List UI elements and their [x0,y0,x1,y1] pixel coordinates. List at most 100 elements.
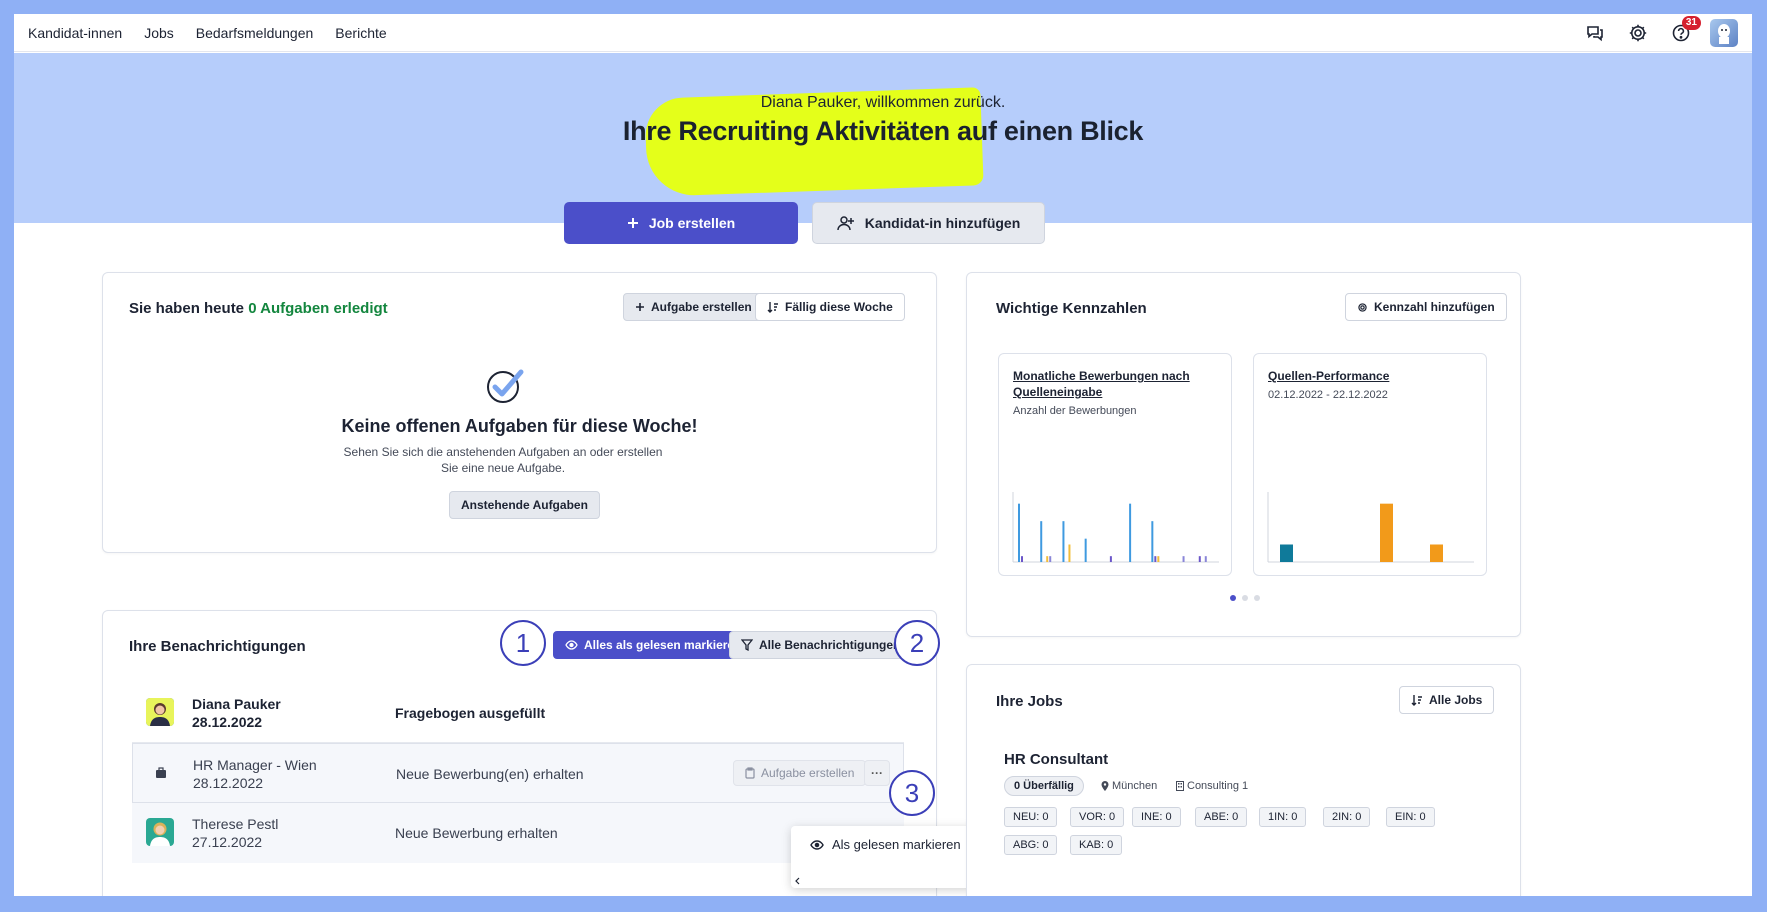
callout-2: 2 [894,620,940,666]
chart-bar [1430,544,1443,562]
notifications-title: Ihre Benachrichtigungen [129,638,306,655]
tasks-card: Sie haben heute 0 Aufgaben erledigt Aufg… [102,272,937,553]
due-this-week-button[interactable]: Fällig diese Woche [755,293,905,321]
empty-tasks-desc: Sehen Sie sich die anstehenden Aufgaben … [343,445,663,475]
mark-as-read-item[interactable]: Als gelesen markieren [810,837,961,852]
nav-bedarfsmeldungen[interactable]: Bedarfsmeldungen [196,25,314,41]
source-performance-chart [1267,492,1474,563]
user-avatar[interactable] [1710,19,1738,47]
chart-bar [1380,503,1393,562]
upcoming-tasks-button[interactable]: Anstehende Aufgaben [449,491,600,519]
pipeline-stage[interactable]: 2IN: 0 [1323,807,1371,827]
add-candidate-label: Kandidat-in hinzufügen [864,215,1021,231]
add-metric-button[interactable]: Kennzahl hinzufügen [1345,293,1507,321]
pipeline-stage[interactable]: ABG: 0 [1004,835,1058,855]
plus-icon [627,218,638,228]
location-pin-icon [1101,781,1109,791]
chart-bar [1157,556,1160,562]
chart-bar [1049,556,1052,562]
nav-actions: 31 [1566,16,1738,47]
notification-row[interactable]: HR Manager - Wien 28.12.2022 Neue Bewerb… [132,743,904,803]
pipeline-stage[interactable]: INE: 0 [1132,807,1181,827]
create-task-button[interactable]: Aufgabe erstellen [623,293,764,321]
carousel-dot[interactable] [1254,595,1260,601]
nav-jobs[interactable]: Jobs [144,25,174,41]
metric-card-subtitle: 02.12.2022 - 22.12.2022 [1268,389,1388,401]
chart-bar [1129,503,1132,562]
chart-bar [1046,556,1049,562]
pipeline-stage[interactable]: VOR: 0 [1070,807,1125,827]
sort-icon [1411,695,1422,706]
gear-icon[interactable] [1624,19,1652,47]
notification-message: Neue Bewerbung(en) erhalten [396,766,584,782]
mark-all-read-button[interactable]: Alles als gelesen markieren [553,631,754,659]
carousel-dot[interactable] [1242,595,1248,601]
pipeline-stage[interactable]: KAB: 0 [1070,835,1123,855]
notification-name: HR Manager - Wien [193,757,317,773]
callout-1: 1 [500,620,546,666]
tasks-title: Sie haben heute 0 Aufgaben erledigt [129,300,388,317]
chart-bar [1154,556,1157,562]
chart-bar [1109,556,1112,562]
help-icon[interactable]: 31 [1667,16,1701,47]
row-create-task-button[interactable]: Aufgabe erstellen [733,760,867,786]
create-job-button[interactable]: Job erstellen [564,202,798,244]
top-navigation: Kandidat-innen Jobs Bedarfsmeldungen Ber… [14,14,1752,52]
pipeline-stage[interactable]: EIN: 0 [1386,807,1435,827]
job-title[interactable]: HR Consultant [1004,751,1108,768]
avatar [146,818,174,846]
carousel-dots [1230,595,1266,601]
metric-card-source[interactable]: Quellen-Performance 02.12.2022 - 22.12.2… [1253,353,1487,576]
metrics-title: Wichtige Kennzahlen [996,300,1147,317]
callout-3: 3 [889,770,935,816]
notification-date: 28.12.2022 [193,775,264,791]
notification-date: 27.12.2022 [192,834,263,850]
notification-name: Therese Pestl [192,816,279,832]
checkmark-icon [486,368,526,408]
job-department: Consulting 1 [1176,780,1248,792]
row-context-menu: Als gelesen markieren [791,826,994,888]
notification-row[interactable]: Therese Pestl 27.12.2022 Neue Bewerbung … [132,803,904,863]
chart-bar [1280,544,1293,562]
notification-date: 28.12.2022 [192,714,263,730]
app-window: Kandidat-innen Jobs Bedarfsmeldungen Ber… [14,14,1752,896]
pipeline-stage[interactable]: NEU: 0 [1004,807,1058,827]
more-icon: ··· [871,766,883,780]
clipboard-icon [745,767,755,779]
all-jobs-button[interactable]: Alle Jobs [1399,686,1495,714]
overdue-badge: 0 Überfällig [1004,776,1084,796]
eye-icon [810,839,824,850]
chart-bar [1198,556,1201,562]
pipeline-stage[interactable]: 1IN: 0 [1259,807,1307,827]
nav-berichte[interactable]: Berichte [335,25,386,41]
notification-message: Fragebogen ausgefüllt [395,705,546,721]
all-notifications-button[interactable]: Alle Benachrichtigungen [729,631,913,659]
avatar [146,698,174,726]
notification-name: Diana Pauker [192,696,281,712]
nav-kandidaten[interactable]: Kandidat-innen [28,25,122,41]
notification-badge: 31 [1681,16,1701,30]
page-title: Ihre Recruiting Aktivitäten auf einen Bl… [622,116,1144,146]
metric-card-monthly[interactable]: Monatliche Bewerbungen nach Quelleneinga… [998,353,1232,576]
row-more-button[interactable]: ··· [864,760,890,786]
add-candidate-button[interactable]: Kandidat-in hinzufügen [812,202,1045,244]
metric-card-title: Monatliche Bewerbungen nach Quelleneinga… [1013,369,1190,399]
metrics-card: Wichtige Kennzahlen Kennzahl hinzufügen … [966,272,1521,637]
chat-icon[interactable] [1581,19,1609,47]
welcome-text: Diana Pauker, willkommen zurück. [760,94,1006,111]
pipeline-stage[interactable]: ABE: 0 [1195,807,1248,827]
carousel-dot[interactable] [1230,595,1236,601]
menu-horizontal-scrollbar[interactable] [791,874,980,888]
monthly-applications-chart [1012,492,1219,563]
gear-icon [1358,302,1367,312]
chart-bar [1021,556,1023,562]
chart-bar [1151,521,1154,562]
chart-bar [1068,544,1071,562]
tasks-done-count: 0 Aufgaben erledigt [248,300,388,317]
chart-bar [1062,521,1065,562]
jobs-title: Ihre Jobs [996,693,1063,710]
chart-bar [1018,503,1020,562]
chart-bar [1182,556,1185,562]
chart-bar [1204,556,1207,562]
notification-row[interactable]: Diana Pauker 28.12.2022 Fragebogen ausge… [132,683,904,743]
